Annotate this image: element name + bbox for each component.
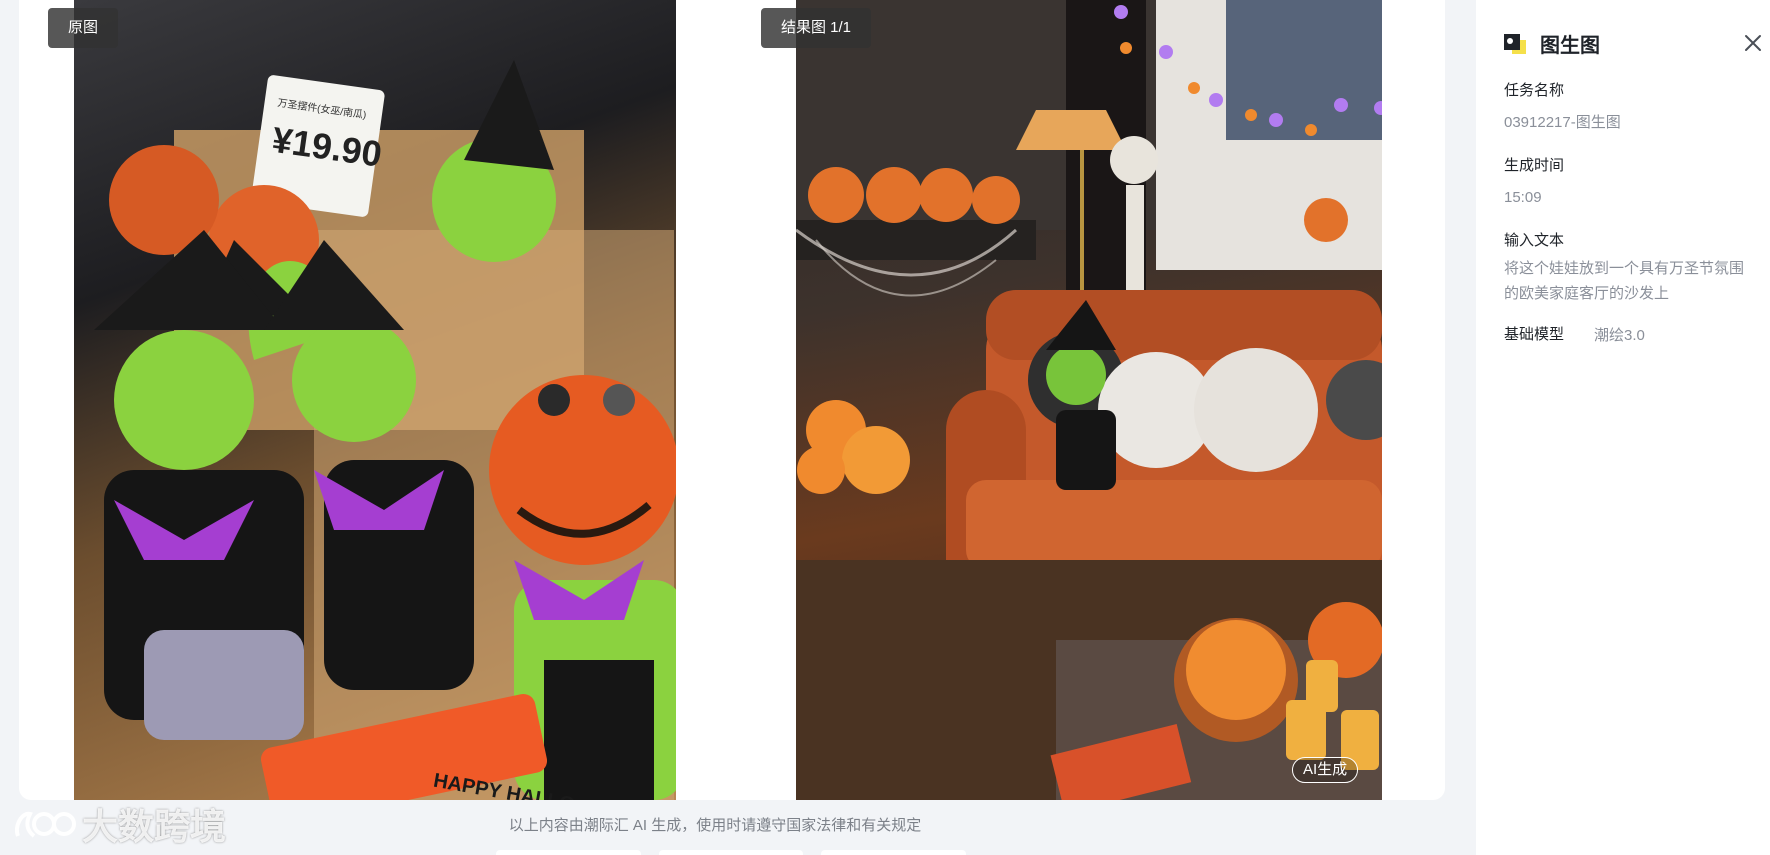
comparison-canvas: 万圣摆件(女巫/南瓜) ¥19.90 HAPPY HALLO AI生成 原图 结… (19, 0, 1445, 800)
original-image-label: 原图 (48, 8, 119, 48)
bottom-tab-strip (496, 850, 967, 855)
task-name-value: 03912217-图生图 (1504, 114, 1621, 131)
generated-time-label: 生成时间 (1504, 157, 1565, 174)
generated-time-value: 15:09 (1504, 189, 1542, 206)
generated-time-field: 生成时间 15:09 (1504, 154, 1744, 210)
input-text-value: 将这个娃娃放到一个具有万圣节氛围的欧美家庭客厅的沙发上 (1504, 260, 1745, 302)
brand-logo-icon (12, 804, 76, 844)
input-text-label: 输入文本 (1504, 232, 1565, 249)
image-to-image-icon (1504, 32, 1526, 54)
panel-header: 图生图 (1504, 28, 1761, 58)
task-name-label: 任务名称 (1504, 82, 1565, 99)
result-image-illustration (796, 0, 1382, 800)
watermark: 大数跨境 (12, 800, 226, 848)
details-panel: 图生图 任务名称 03912217-图生图 生成时间 15:09 输入文本 将这… (1476, 0, 1770, 855)
base-model-field: 基础模型 潮绘3.0 (1504, 323, 1744, 348)
result-image: AI生成 (796, 0, 1382, 800)
base-model-value: 潮绘3.0 (1594, 327, 1645, 344)
result-image-label: 结果图 1/1 (761, 8, 872, 48)
close-icon[interactable] (1740, 30, 1766, 56)
input-text-field: 输入文本 将这个娃娃放到一个具有万圣节氛围的欧美家庭客厅的沙发上 (1504, 229, 1744, 306)
bottom-tab[interactable] (658, 850, 804, 855)
panel-title: 图生图 (1540, 34, 1600, 57)
bottom-tab[interactable] (496, 850, 641, 855)
bottom-tab[interactable] (821, 850, 967, 855)
original-image: 万圣摆件(女巫/南瓜) ¥19.90 HAPPY HALLO (74, 0, 676, 800)
ai-generated-badge: AI生成 (1292, 757, 1359, 783)
watermark-text: 大数跨境 (82, 806, 227, 847)
task-name-field: 任务名称 03912217-图生图 (1504, 79, 1744, 135)
original-image-illustration: 万圣摆件(女巫/南瓜) ¥19.90 HAPPY HALLO (94, 60, 676, 800)
base-model-label: 基础模型 (1504, 326, 1565, 343)
image-viewer-area: 万圣摆件(女巫/南瓜) ¥19.90 HAPPY HALLO AI生成 原图 结… (0, 0, 1476, 855)
